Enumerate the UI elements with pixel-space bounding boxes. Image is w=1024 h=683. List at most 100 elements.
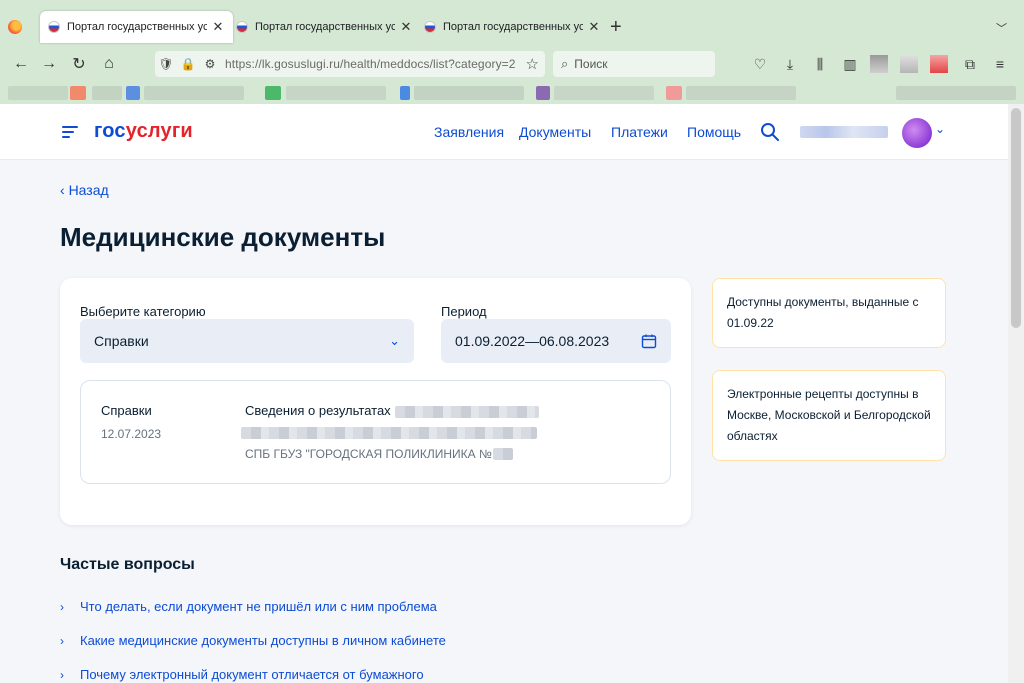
user-name[interactable] — [800, 126, 888, 138]
gosuslugi-logo[interactable]: госуслуги — [94, 120, 193, 143]
bookmark-item[interactable] — [286, 86, 386, 100]
extension-icon[interactable] — [900, 55, 918, 73]
calendar-icon[interactable] — [641, 333, 657, 349]
browser-tab-2[interactable]: Портал государственных услуг ✕ — [228, 10, 421, 44]
document-title: Сведения о результатах — [245, 403, 391, 418]
redacted-text — [493, 448, 513, 460]
search-icon[interactable] — [760, 122, 780, 142]
nav-payments[interactable]: Платежи — [611, 124, 668, 140]
hamburger-menu-icon[interactable] — [62, 126, 78, 138]
faq-item-label: Почему электронный документ отличается о… — [80, 667, 424, 682]
page-viewport: госуслуги Заявления Документы Платежи По… — [0, 104, 1008, 683]
bookmark-item[interactable] — [414, 86, 524, 100]
home-icon[interactable]: ⌂ — [98, 53, 120, 75]
faq-item-label: Какие медицинские документы доступны в л… — [80, 633, 446, 648]
tab-title: Портал государственных услуг — [255, 21, 395, 33]
browser-tab-bar: Портал государственных услуг ✕ Портал го… — [0, 0, 1024, 48]
library-icon[interactable]: ⫼ — [810, 54, 830, 74]
bookmark-item[interactable] — [400, 86, 410, 100]
avatar[interactable] — [902, 118, 932, 148]
category-value: Справки — [94, 333, 149, 349]
menu-icon[interactable]: ≡ — [990, 54, 1010, 74]
forward-arrow-icon[interactable]: → — [38, 53, 60, 75]
address-bar[interactable]: 🛡 🔒 ⚙ https://lk.gosuslugi.ru/health/med… — [155, 51, 545, 77]
shield-icon[interactable]: 🛡 — [155, 57, 177, 71]
close-icon[interactable]: ✕ — [399, 19, 413, 35]
firefox-icon[interactable] — [8, 20, 22, 34]
chevron-down-icon[interactable]: ⌄ — [935, 122, 945, 136]
back-arrow-icon[interactable]: ← — [10, 53, 32, 75]
document-organization: СПБ ГБУЗ "ГОРОДСКАЯ ПОЛИКЛИНИКА № — [245, 447, 492, 461]
bookmark-item[interactable] — [686, 86, 796, 100]
close-icon[interactable]: ✕ — [587, 19, 601, 35]
browser-toolbar: ← → ↻ ⌂ 🛡 🔒 ⚙ https://lk.gosuslugi.ru/he… — [0, 48, 1024, 80]
period-value: 01.09.2022—06.08.2023 — [455, 333, 610, 349]
tab-title: Портал государственных услуг — [443, 21, 583, 33]
russia-flag-icon — [48, 21, 60, 33]
documents-card: Выберите категорию Справки ⌄ Период 01.0… — [60, 278, 691, 525]
back-link[interactable]: ‹ Назад — [60, 182, 109, 198]
browser-tab-3[interactable]: Портал государственных услуг ✕ — [416, 10, 609, 44]
permissions-icon[interactable]: ⚙ — [199, 57, 221, 71]
bookmark-item[interactable] — [896, 86, 1016, 100]
search-icon: ⌕ — [561, 56, 569, 71]
logo-part-1: гос — [94, 120, 126, 142]
document-category: Справки — [101, 403, 152, 418]
category-select[interactable]: Справки ⌄ — [80, 319, 414, 363]
extension-icon[interactable] — [930, 55, 948, 73]
back-label: Назад — [68, 182, 109, 198]
logo-part-2: услуги — [125, 120, 193, 142]
reload-icon[interactable]: ↻ — [68, 53, 90, 75]
faq-title: Частые вопросы — [60, 556, 195, 573]
bookmark-item[interactable] — [536, 86, 550, 100]
chevron-right-icon: › — [60, 667, 64, 682]
category-label: Выберите категорию — [80, 304, 206, 319]
chevron-down-icon: ⌄ — [389, 333, 400, 348]
site-header: госуслуги Заявления Документы Платежи По… — [0, 104, 1008, 160]
bookmark-item[interactable] — [8, 86, 68, 100]
bookmarks-bar — [0, 80, 1024, 104]
faq-item-2[interactable]: › Какие медицинские документы доступны в… — [60, 633, 446, 648]
bookmark-item[interactable] — [70, 86, 86, 100]
bookmark-item[interactable] — [554, 86, 654, 100]
pocket-icon[interactable]: ♡ — [750, 54, 770, 74]
bookmark-item[interactable] — [144, 86, 244, 100]
nav-help[interactable]: Помощь — [687, 124, 741, 140]
faq-item-3[interactable]: › Почему электронный документ отличается… — [60, 667, 424, 682]
redacted-text — [241, 427, 537, 439]
browser-tab-1[interactable]: Портал государственных услуг ✕ — [40, 11, 233, 43]
document-list-item[interactable]: Справки 12.07.2023 Сведения о результата… — [80, 380, 671, 484]
nav-applications[interactable]: Заявления — [434, 124, 504, 140]
chevron-down-icon[interactable]: ﹀ — [996, 20, 1007, 36]
page-title: Медицинские документы — [60, 222, 386, 252]
search-input[interactable]: ⌕ Поиск — [553, 51, 715, 77]
bookmark-item[interactable] — [92, 86, 122, 100]
chevron-right-icon: › — [60, 599, 64, 614]
extensions-puzzle-icon[interactable]: ⧉ — [960, 54, 980, 74]
nav-documents[interactable]: Документы — [519, 124, 591, 140]
download-icon[interactable]: ⤓ — [780, 54, 800, 74]
lock-icon[interactable]: 🔒 — [177, 57, 199, 71]
faq-item-1[interactable]: › Что делать, если документ не пришёл ил… — [60, 599, 437, 614]
info-card-availability: Доступны документы, выданные с 01.09.22 — [712, 278, 946, 348]
document-date: 12.07.2023 — [101, 427, 162, 441]
period-picker[interactable]: 01.09.2022—06.08.2023 — [441, 319, 671, 363]
extension-icon[interactable] — [870, 55, 888, 73]
tab-title: Портал государственных услуг — [67, 21, 207, 33]
info-card-prescriptions: Электронные рецепты доступны в Москве, М… — [712, 370, 946, 461]
sidebar-icon[interactable]: ▥ — [840, 54, 860, 74]
bookmark-item[interactable] — [126, 86, 140, 100]
url-text[interactable]: https://lk.gosuslugi.ru/health/meddocs/l… — [225, 57, 525, 71]
redacted-text — [395, 406, 539, 418]
bookmark-item[interactable] — [666, 86, 682, 100]
russia-flag-icon — [236, 21, 248, 33]
bookmark-star-icon[interactable]: ☆ — [526, 55, 539, 73]
bookmark-item[interactable] — [265, 86, 281, 100]
russia-flag-icon — [424, 21, 436, 33]
plus-icon[interactable]: + — [610, 16, 622, 39]
search-placeholder: Поиск — [574, 57, 608, 71]
faq-item-label: Что делать, если документ не пришёл или … — [80, 599, 437, 614]
period-label: Период — [441, 304, 487, 319]
close-icon[interactable]: ✕ — [211, 19, 225, 35]
scrollbar-thumb[interactable] — [1011, 108, 1021, 328]
